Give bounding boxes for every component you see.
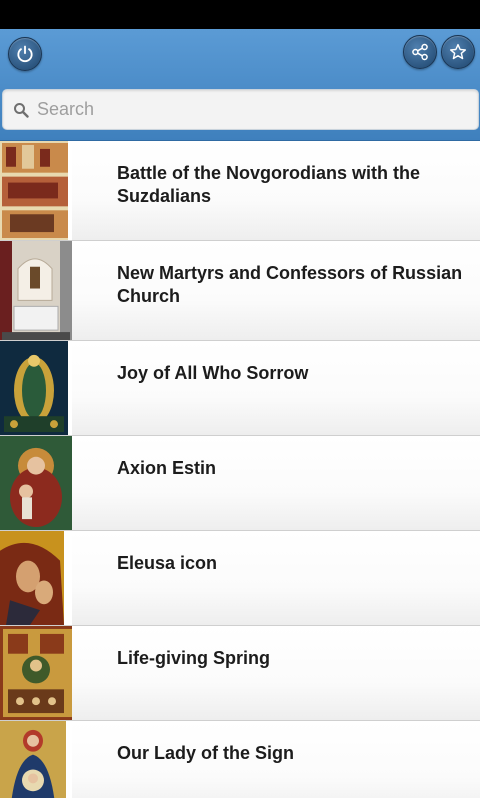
item-title: Battle of the Novgorodians with the Suzd… (117, 163, 421, 206)
icon-thumbnail (0, 626, 72, 720)
search-bar[interactable] (2, 89, 479, 130)
icon-thumbnail (0, 341, 72, 435)
item-title: Joy of All Who Sorrow (117, 363, 309, 383)
icon-thumbnail (0, 721, 72, 798)
list-item[interactable]: Joy of All Who Sorrow (0, 341, 480, 436)
icon-list: Battle of the Novgorodians with the Suzd… (0, 141, 480, 798)
icon-thumbnail (0, 531, 72, 625)
list-item[interactable]: Axion Estin (0, 436, 480, 531)
icon-thumbnail (0, 241, 72, 340)
power-button[interactable] (8, 37, 42, 71)
list-item[interactable]: Our Lady of the Sign (0, 721, 480, 798)
list-item[interactable]: Eleusa icon (0, 531, 480, 626)
item-title: Life-giving Spring (117, 648, 270, 668)
share-button[interactable] (403, 35, 437, 69)
share-icon (412, 43, 428, 61)
power-icon (17, 45, 33, 63)
list-item[interactable]: Life-giving Spring (0, 626, 480, 721)
list-item[interactable]: New Martyrs and Confessors of Russian Ch… (0, 241, 480, 341)
search-icon (3, 89, 29, 130)
item-title: Axion Estin (117, 458, 217, 478)
icon-thumbnail (0, 141, 72, 240)
list-item[interactable]: Battle of the Novgorodians with the Suzd… (0, 141, 480, 241)
status-bar (0, 0, 480, 29)
star-icon (449, 43, 467, 60)
item-title: New Martyrs and Confessors of Russian Ch… (117, 263, 463, 306)
item-title: Our Lady of the Sign (117, 743, 295, 763)
favorites-button[interactable] (441, 35, 475, 69)
item-title: Eleusa icon (117, 553, 218, 573)
icon-thumbnail (0, 436, 72, 530)
app-header (0, 29, 480, 141)
search-input[interactable] (37, 94, 457, 125)
